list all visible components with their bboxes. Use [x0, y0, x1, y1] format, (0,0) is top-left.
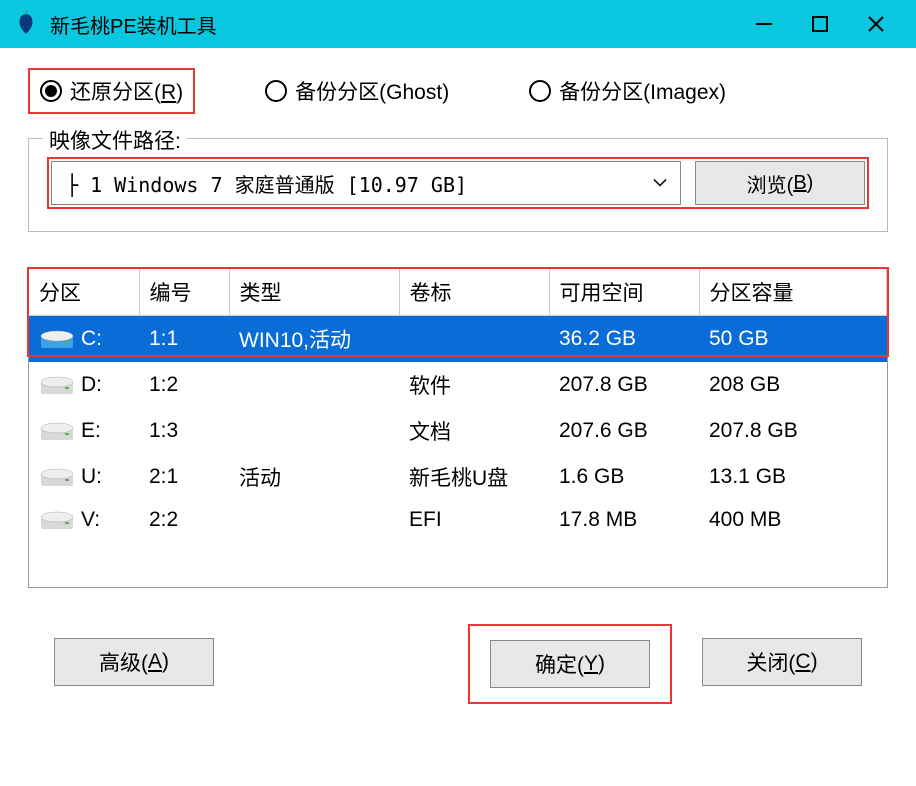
col-free[interactable]: 可用空间 — [549, 269, 699, 316]
cell-partition: D: — [29, 362, 139, 408]
col-partition[interactable]: 分区 — [29, 269, 139, 316]
cell-label: 新毛桃U盘 — [399, 454, 549, 500]
image-path-group: 映像文件路径: ├ 1 Windows 7 家庭普通版 [10.97 GB] 浏… — [28, 138, 888, 232]
cell-free: 17.8 MB — [549, 500, 699, 540]
cell-label — [399, 316, 549, 363]
image-path-dropdown[interactable]: ├ 1 Windows 7 家庭普通版 [10.97 GB] — [51, 161, 681, 205]
cell-capacity: 207.8 GB — [699, 408, 887, 454]
cell-number: 1:1 — [139, 316, 229, 363]
partition-table-container: 分区 编号 类型 卷标 可用空间 分区容量 C:1:1WIN10,活动 36.2 … — [28, 268, 888, 588]
image-path-row: ├ 1 Windows 7 家庭普通版 [10.97 GB] 浏览(B) — [47, 157, 869, 209]
cell-type — [229, 500, 399, 540]
radio-label: 还原分区(R) — [70, 76, 183, 106]
mode-radio-group: 还原分区(R) 备份分区(Ghost) 备份分区(Imagex) — [28, 68, 888, 114]
cell-capacity: 208 GB — [699, 362, 887, 408]
table-row[interactable]: C:1:1WIN10,活动 36.2 GB50 GB — [29, 316, 887, 363]
ok-button-wrap: 确定(Y) — [468, 624, 672, 704]
window-title: 新毛桃PE装机工具 — [50, 10, 736, 39]
radio-backup-ghost[interactable]: 备份分区(Ghost) — [255, 68, 459, 114]
drive-icon — [39, 420, 75, 442]
dropdown-value: ├ 1 Windows 7 家庭普通版 [10.97 GB] — [66, 169, 467, 198]
radio-icon — [40, 80, 62, 102]
advanced-button-wrap: 高级(A) — [54, 638, 214, 704]
cell-number: 1:3 — [139, 408, 229, 454]
ok-button[interactable]: 确定(Y) — [490, 640, 650, 688]
col-type[interactable]: 类型 — [229, 269, 399, 316]
titlebar: 新毛桃PE装机工具 — [0, 0, 916, 48]
col-label[interactable]: 卷标 — [399, 269, 549, 316]
cell-free: 207.8 GB — [549, 362, 699, 408]
cell-partition: C: — [29, 316, 139, 363]
close-button[interactable] — [848, 0, 904, 48]
close-button-wrap: 关闭(C) — [702, 638, 862, 704]
radio-icon — [529, 80, 551, 102]
cell-capacity: 13.1 GB — [699, 454, 887, 500]
cell-type: WIN10,活动 — [229, 316, 399, 363]
browse-button[interactable]: 浏览(B) — [695, 161, 865, 205]
cell-free: 1.6 GB — [549, 454, 699, 500]
col-capacity[interactable]: 分区容量 — [699, 269, 887, 316]
cell-number: 1:2 — [139, 362, 229, 408]
drive-icon — [39, 466, 75, 488]
cell-label: 文档 — [399, 408, 549, 454]
table-row[interactable]: U:2:1活动新毛桃U盘1.6 GB13.1 GB — [29, 454, 887, 500]
footer-buttons: 高级(A) 确定(Y) 关闭(C) — [28, 638, 888, 704]
group-legend: 映像文件路径: — [43, 125, 187, 155]
cell-free: 36.2 GB — [549, 316, 699, 363]
cell-number: 2:1 — [139, 454, 229, 500]
col-number[interactable]: 编号 — [139, 269, 229, 316]
drive-icon — [39, 374, 75, 396]
cell-number: 2:2 — [139, 500, 229, 540]
cell-partition: V: — [29, 500, 139, 540]
drive-icon — [39, 509, 75, 531]
cell-capacity: 400 MB — [699, 500, 887, 540]
radio-icon — [265, 80, 287, 102]
table-row[interactable]: E:1:3 文档207.6 GB207.8 GB — [29, 408, 887, 454]
cell-type: 活动 — [229, 454, 399, 500]
maximize-button[interactable] — [792, 0, 848, 48]
main-content: 还原分区(R) 备份分区(Ghost) 备份分区(Imagex) 映像文件路径:… — [0, 48, 916, 704]
radio-backup-imagex[interactable]: 备份分区(Imagex) — [519, 68, 736, 114]
cell-partition: E: — [29, 408, 139, 454]
cell-free: 207.6 GB — [549, 408, 699, 454]
minimize-button[interactable] — [736, 0, 792, 48]
radio-restore-partition[interactable]: 还原分区(R) — [28, 68, 195, 114]
cell-label: 软件 — [399, 362, 549, 408]
cell-label: EFI — [399, 500, 549, 540]
advanced-button[interactable]: 高级(A) — [54, 638, 214, 686]
table-row[interactable]: D:1:2 软件207.8 GB208 GB — [29, 362, 887, 408]
radio-label: 备份分区(Ghost) — [295, 76, 449, 106]
table-row[interactable]: V:2:2 EFI17.8 MB400 MB — [29, 500, 887, 540]
cell-type — [229, 408, 399, 454]
cell-partition: U: — [29, 454, 139, 500]
app-logo-icon — [12, 10, 40, 38]
cell-capacity: 50 GB — [699, 316, 887, 363]
partition-table: 分区 编号 类型 卷标 可用空间 分区容量 C:1:1WIN10,活动 36.2 … — [29, 269, 887, 540]
drive-icon — [39, 328, 75, 350]
table-header: 分区 编号 类型 卷标 可用空间 分区容量 — [29, 269, 887, 316]
cell-type — [229, 362, 399, 408]
radio-label: 备份分区(Imagex) — [559, 76, 726, 106]
close-footer-button[interactable]: 关闭(C) — [702, 638, 862, 686]
chevron-down-icon — [652, 173, 668, 194]
table-body: C:1:1WIN10,活动36.2 GB50 GBD:1:2软件207.8 GB… — [29, 316, 887, 541]
